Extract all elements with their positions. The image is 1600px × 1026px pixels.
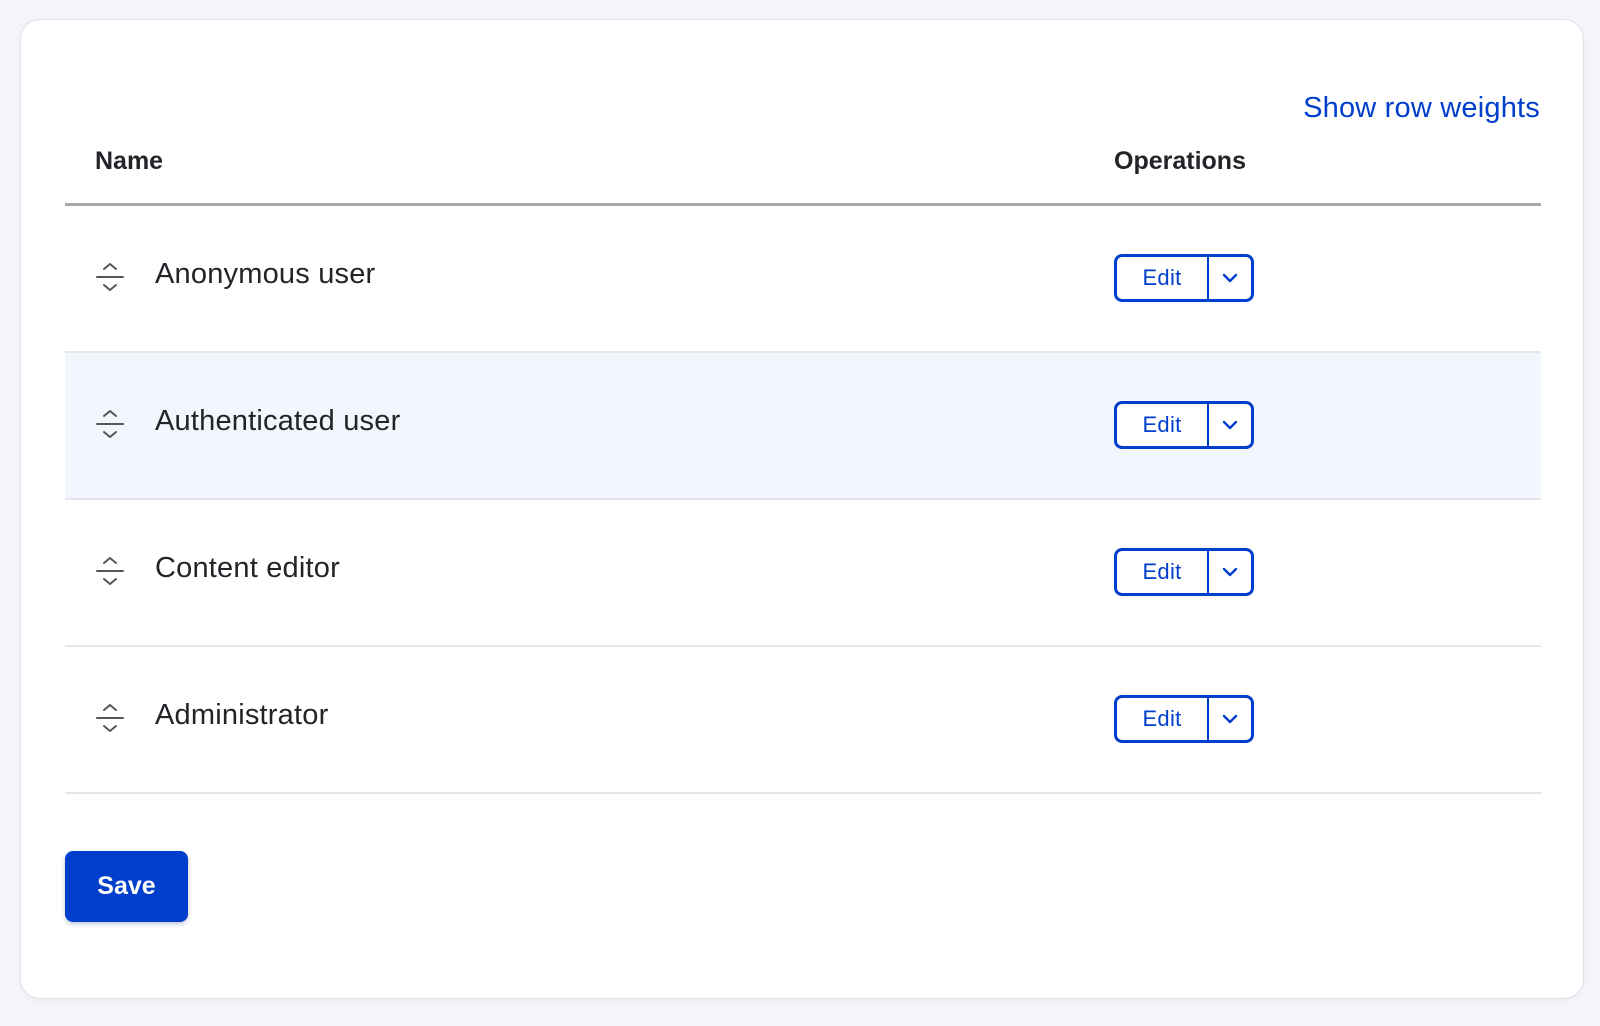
drag-handle-icon[interactable]: [93, 260, 127, 294]
drag-handle-icon[interactable]: [93, 407, 127, 441]
role-name: Administrator: [155, 699, 329, 731]
operations-toggle[interactable]: [1209, 698, 1251, 740]
role-name: Content editor: [155, 552, 340, 584]
edit-button[interactable]: Edit: [1117, 551, 1209, 593]
table-row: Authenticated user Edit: [65, 353, 1541, 500]
operations-dropbutton: Edit: [1114, 401, 1254, 449]
edit-button[interactable]: Edit: [1117, 698, 1209, 740]
operations-toggle[interactable]: [1209, 257, 1251, 299]
chevron-down-icon: [1222, 420, 1238, 430]
save-button[interactable]: Save: [65, 851, 188, 922]
drag-handle-icon[interactable]: [93, 554, 127, 588]
operations-toggle[interactable]: [1209, 404, 1251, 446]
table-row: Anonymous user Edit: [65, 206, 1541, 353]
role-name: Anonymous user: [155, 258, 376, 290]
table-row: Content editor Edit: [65, 500, 1541, 647]
drag-handle-icon[interactable]: [93, 701, 127, 735]
table-header: Name Operations: [65, 124, 1541, 206]
roles-table: Name Operations Anonymous user Edit Auth…: [65, 124, 1541, 794]
edit-button[interactable]: Edit: [1117, 404, 1209, 446]
operations-dropbutton: Edit: [1114, 695, 1254, 743]
chevron-down-icon: [1222, 714, 1238, 724]
operations-dropbutton: Edit: [1114, 548, 1254, 596]
operations-toggle[interactable]: [1209, 551, 1251, 593]
role-name: Authenticated user: [155, 405, 401, 437]
header-name: Name: [95, 147, 164, 175]
chevron-down-icon: [1222, 567, 1238, 577]
header-operations: Operations: [1114, 147, 1246, 175]
roles-card: Show row weights Name Operations Anonymo…: [20, 19, 1584, 999]
show-row-weights-link[interactable]: Show row weights: [1303, 92, 1540, 125]
table-row: Administrator Edit: [65, 647, 1541, 794]
operations-dropbutton: Edit: [1114, 254, 1254, 302]
chevron-down-icon: [1222, 273, 1238, 283]
edit-button[interactable]: Edit: [1117, 257, 1209, 299]
